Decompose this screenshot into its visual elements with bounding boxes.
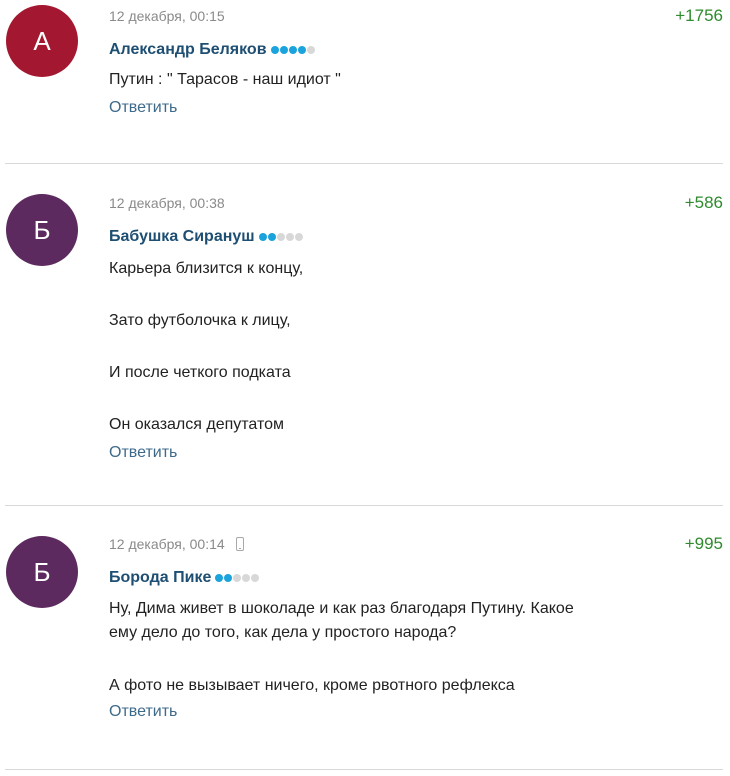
- author-name[interactable]: Александр Беляков: [109, 41, 267, 59]
- level-dot: [276, 233, 285, 241]
- level-dot: [251, 574, 260, 582]
- comment-text: Путин : " Тарасов - наш идиот ": [109, 68, 723, 92]
- comment-rating[interactable]: +586: [685, 193, 723, 213]
- comment-text-line: Он оказался депутатом: [109, 416, 285, 433]
- comment-meta: 12 декабря, 00:38: [109, 193, 723, 213]
- avatar[interactable]: Б: [6, 536, 78, 608]
- level-dot: [294, 233, 303, 241]
- user-level-dots: [258, 233, 303, 241]
- author-name[interactable]: Борода Пике: [109, 569, 211, 587]
- reply-link[interactable]: Ответить: [109, 703, 177, 721]
- user-level-dots: [270, 46, 315, 54]
- level-dot: [279, 46, 288, 54]
- level-dot: [242, 574, 251, 582]
- comment-body: 12 декабря, 00:15 +1756 Александр Беляко…: [109, 6, 723, 117]
- comment-text-line: Карьера близится к концу,: [109, 260, 304, 277]
- comment-timestamp: 12 декабря, 00:14: [109, 536, 225, 552]
- author-name[interactable]: Бабушка Сирануш: [109, 228, 255, 246]
- comment-text-line: И после четкого подката: [109, 364, 291, 381]
- comment-text-line: Путин : " Тарасов - наш идиот ": [109, 71, 341, 88]
- avatar-letter: Б: [33, 556, 51, 587]
- avatar[interactable]: Б: [6, 194, 78, 266]
- level-dot: [267, 233, 276, 241]
- level-dot: [233, 574, 242, 582]
- comment-rating[interactable]: +1756: [675, 6, 723, 26]
- comment-timestamp: 12 декабря, 00:38: [109, 195, 225, 211]
- comment-item: Б 12 декабря, 00:14 +995 Борода Пике Ну,…: [5, 506, 723, 770]
- level-dot: [270, 46, 279, 54]
- avatar[interactable]: А: [6, 5, 78, 77]
- level-dot: [258, 233, 267, 241]
- comment-item: А 12 декабря, 00:15 +1756 Александр Беля…: [5, 0, 723, 164]
- comment-text-line: А фото не вызывает ничего, кроме рвотног…: [109, 677, 515, 694]
- comment-body: 12 декабря, 00:38 +586 Бабушка Сирануш К…: [109, 193, 723, 462]
- comment-text: Ну, Дима живет в шоколаде и как раз благ…: [109, 597, 723, 698]
- avatar-letter: Б: [33, 214, 51, 245]
- level-dot: [285, 233, 294, 241]
- comment-meta: 12 декабря, 00:14: [109, 534, 723, 554]
- avatar-letter: А: [33, 25, 51, 56]
- comment-rating[interactable]: +995: [685, 534, 723, 554]
- comment-text-line: ему дело до того, как дела у простого на…: [109, 624, 457, 641]
- reply-link[interactable]: Ответить: [109, 444, 177, 462]
- level-dot: [306, 46, 315, 54]
- comment-text-line: Зато футболочка к лицу,: [109, 312, 291, 329]
- author-row: Александр Беляков: [109, 39, 723, 61]
- reply-link[interactable]: Ответить: [109, 99, 177, 117]
- comment-text: Карьера близится к концу, Зато футболочк…: [109, 257, 723, 437]
- comment-body: 12 декабря, 00:14 +995 Борода Пике Ну, Д…: [109, 534, 723, 721]
- level-dot: [297, 46, 306, 54]
- user-level-dots: [215, 574, 260, 582]
- comment-text-line: Ну, Дима живет в шоколаде и как раз благ…: [109, 600, 574, 617]
- comment-timestamp: 12 декабря, 00:15: [109, 8, 225, 24]
- level-dot: [224, 574, 233, 582]
- author-row: Бабушка Сирануш: [109, 226, 723, 248]
- comment-meta: 12 декабря, 00:15: [109, 6, 723, 26]
- level-dot: [288, 46, 297, 54]
- author-row: Борода Пике: [109, 567, 723, 589]
- level-dot: [215, 574, 224, 582]
- comments-list: А 12 декабря, 00:15 +1756 Александр Беля…: [0, 0, 730, 770]
- comment-item: Б 12 декабря, 00:38 +586 Бабушка Сирануш…: [5, 164, 723, 506]
- mobile-phone-icon: [235, 537, 244, 551]
